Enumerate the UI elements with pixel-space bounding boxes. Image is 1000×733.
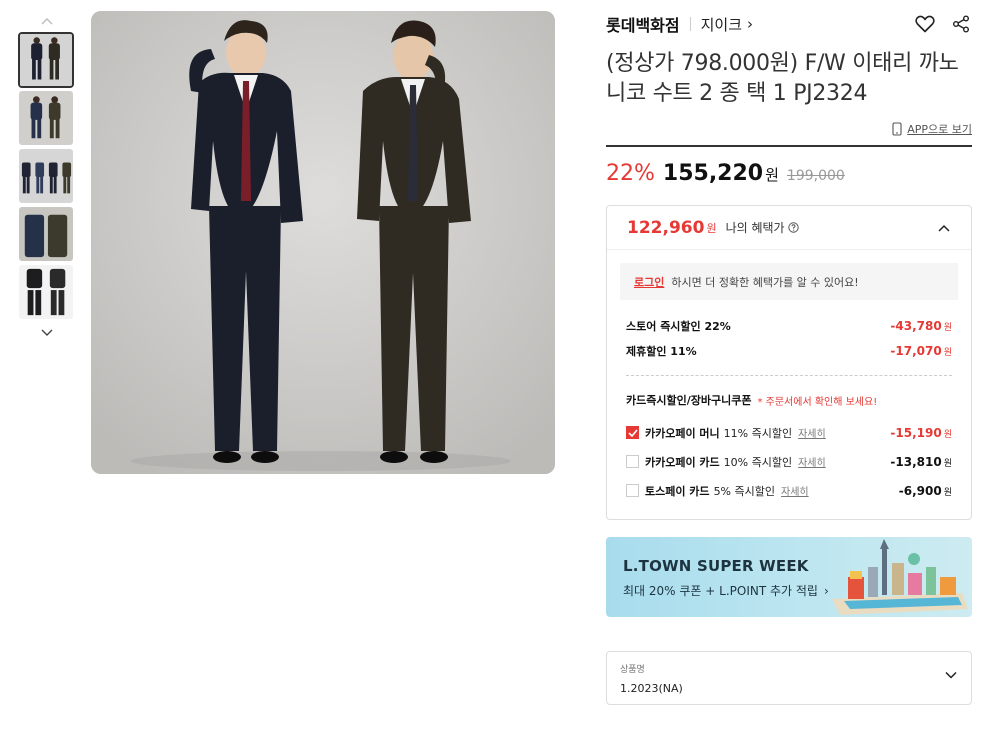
store-row: 롯데백화점 지이크 › [606, 10, 972, 38]
banner-subtitle-text: 최대 20% 쿠폰 + L.POINT 추가 적립 [623, 584, 818, 598]
thumbnail-strip [18, 10, 76, 344]
coupon-desc: 10% 즉시할인 [723, 455, 793, 469]
discount-label: 제휴할인 11% [626, 344, 697, 358]
coupon-amount: -13,810 원 [890, 454, 952, 469]
thumbnail-prev-button[interactable] [18, 10, 76, 32]
coupon-amount: -6,900 원 [898, 483, 952, 498]
banner-subtitle: 최대 20% 쿠폰 + L.POINT 추가 적립 › [623, 582, 829, 599]
thumbnail-3[interactable] [18, 148, 74, 204]
coupon-row: 토스페이 카드 5% 즉시할인 자세히 -6,900 원 [620, 476, 958, 505]
benefit-label-text: 나의 혜택가 [725, 221, 785, 235]
coupon-row: 카카오페이 머니 11% 즉시할인 자세히 -15,190 원 [620, 418, 958, 447]
share-icon [953, 15, 969, 33]
mobile-phone-icon [892, 122, 902, 136]
thumbnail-image [19, 91, 73, 145]
checkmark-icon [627, 428, 638, 437]
login-message: 하시면 더 정확한 혜택가를 알 수 있어요! [671, 275, 859, 289]
coupon-header: 카드즉시할인/장바구니쿠폰 * 주문서에서 확인해 보세요! [620, 392, 958, 408]
coupon-title: 카드즉시할인/장바구니쿠폰 [626, 394, 752, 407]
benefit-label: 나의 혜택가 [726, 219, 799, 236]
discount-label: 스토어 즉시할인 22% [626, 319, 731, 333]
app-view-link[interactable]: APP으로 보기 [907, 121, 972, 137]
coupon-note: * 주문서에서 확인해 보세요! [757, 396, 878, 408]
app-view-row: APP으로 보기 [606, 119, 972, 139]
sale-price-unit: 원 [765, 166, 779, 184]
coupon-checkbox[interactable] [626, 426, 639, 439]
coupon-checkbox[interactable] [626, 484, 639, 497]
city-illustration [832, 539, 968, 615]
chevron-down-icon [41, 329, 53, 336]
store-divider [689, 17, 691, 31]
heart-icon [915, 15, 935, 33]
brand-name: 지이크 [700, 15, 743, 34]
coupon-detail-link[interactable]: 자세히 [798, 454, 826, 469]
help-circle-icon[interactable] [787, 222, 799, 233]
share-button[interactable] [950, 13, 972, 35]
coupon-name: 카카오페이 카드 [645, 455, 720, 469]
product-main-image[interactable] [91, 11, 555, 474]
login-prompt: 로그인 하시면 더 정확한 혜택가를 알 수 있어요! [620, 263, 958, 300]
login-link[interactable]: 로그인 [634, 274, 664, 290]
product-info-panel: 롯데백화점 지이크 › (정상가 798.000원) F/W 이태리 까노니코 … [606, 10, 972, 705]
discount-amount: -17,070 원 [890, 343, 952, 358]
thumbnail-4[interactable] [18, 206, 74, 262]
coupon-checkbox[interactable] [626, 455, 639, 468]
benefit-panel: 122,960 원 나의 혜택가 로그인 하시면 더 정확한 혜택가를 알 수 … [606, 205, 972, 520]
chevron-down-icon [945, 671, 957, 679]
discount-row: 제휴할인 11% -17,070 원 [620, 338, 958, 363]
wishlist-button[interactable] [914, 13, 936, 35]
sale-price: 155,220 [662, 161, 764, 186]
thumbnail-image [19, 207, 73, 261]
benefit-price: 122,960 [627, 217, 705, 238]
benefit-header[interactable]: 122,960 원 나의 혜택가 [607, 206, 971, 250]
coupon-desc: 11% 즉시할인 [723, 426, 793, 440]
store-actions [914, 13, 972, 35]
benefit-price-unit: 원 [706, 221, 717, 235]
coupon-name: 토스페이 카드 [645, 484, 710, 498]
chevron-right-icon: › [747, 15, 754, 33]
original-price: 199,000 [786, 168, 845, 184]
option-select[interactable]: 상품명 1.2023(NA) [606, 651, 972, 705]
coupon-amount: -15,190 원 [890, 425, 952, 440]
product-title: (정상가 798.000원) F/W 이태리 까노니코 수트 2 종 택 1 P… [606, 51, 959, 106]
coupon-list: 카카오페이 머니 11% 즉시할인 자세히 -15,190 원 카카오페이 카드 … [620, 418, 958, 505]
brand-link[interactable]: 지이크 › [701, 14, 753, 35]
promo-banner[interactable]: L.TOWN SUPER WEEK 최대 20% 쿠폰 + L.POINT 추가… [606, 537, 972, 617]
thumbnail-5[interactable] [18, 264, 74, 320]
coupon-name: 카카오페이 머니 [645, 426, 720, 440]
thumbnail-image [20, 34, 72, 86]
banner-title: L.TOWN SUPER WEEK [623, 557, 809, 575]
thumbnail-2[interactable] [18, 90, 74, 146]
product-photo [91, 11, 555, 474]
coupon-detail-link[interactable]: 자세히 [798, 425, 826, 440]
coupon-detail-link[interactable]: 자세히 [781, 483, 809, 498]
dashed-divider [626, 375, 952, 376]
section-divider [606, 145, 972, 147]
option-select-label: 상품명 [620, 665, 645, 675]
chevron-up-icon [41, 18, 53, 25]
price-row: 22% 155,220 원 199,000 [606, 161, 972, 191]
thumbnail-next-button[interactable] [18, 322, 76, 344]
discount-row: 스토어 즉시할인 22% -43,780 원 [620, 313, 958, 338]
discount-amount: -43,780 원 [890, 318, 952, 333]
thumbnail-1[interactable] [18, 32, 74, 88]
thumbnail-image [19, 265, 73, 319]
discount-rate: 22% [606, 161, 655, 186]
discount-list: 스토어 즉시할인 22% -43,780 원 제휴할인 11% -17,070 원 [620, 313, 958, 363]
coupon-row: 카카오페이 카드 10% 즉시할인 자세히 -13,810 원 [620, 447, 958, 476]
thumbnail-image [19, 149, 73, 203]
coupon-desc: 5% 즉시할인 [713, 484, 775, 498]
option-select-value: 1.2023(NA) [620, 682, 683, 695]
benefit-collapse-button[interactable] [937, 223, 951, 233]
chevron-up-icon [938, 224, 950, 232]
store-name[interactable]: 롯데백화점 [606, 12, 680, 36]
